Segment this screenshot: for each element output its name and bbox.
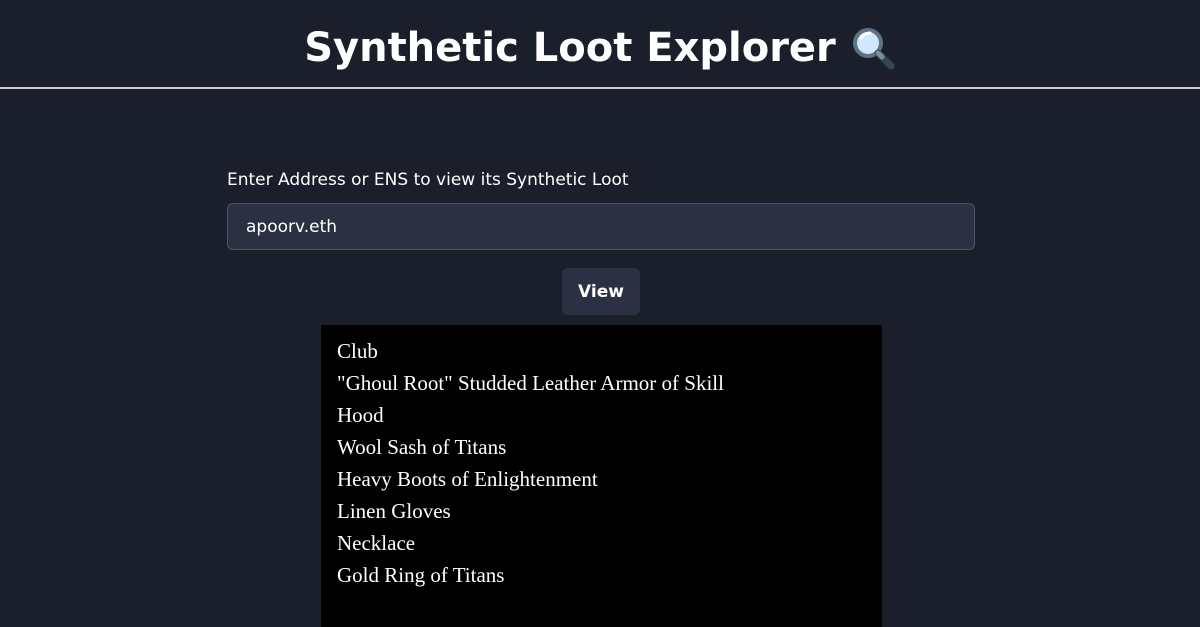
- loot-item: Hood: [337, 403, 384, 427]
- page-title: Synthetic Loot Explorer: [304, 25, 836, 71]
- title-row: Synthetic Loot Explorer: [0, 20, 1200, 76]
- loot-item: Necklace: [337, 531, 416, 555]
- header: Synthetic Loot Explorer: [0, 0, 1200, 89]
- loot-item: Wool Sash of Titans: [337, 435, 507, 459]
- magnifying-glass-icon: [852, 28, 895, 70]
- loot-panel: Club "Ghoul Root" Studded Leather Armor …: [321, 325, 882, 627]
- address-input[interactable]: [227, 203, 975, 250]
- loot-item: Linen Gloves: [337, 499, 451, 523]
- loot-item: Club: [337, 339, 378, 363]
- page: Synthetic Loot Explorer Enter Address or…: [0, 0, 1200, 627]
- view-button[interactable]: View: [562, 268, 640, 315]
- address-label: Enter Address or ENS to view its Synthet…: [227, 170, 629, 190]
- loot-item: Gold Ring of Titans: [337, 563, 505, 587]
- loot-item: "Ghoul Root" Studded Leather Armor of Sk…: [337, 371, 724, 395]
- loot-item: Heavy Boots of Enlightenment: [337, 467, 598, 491]
